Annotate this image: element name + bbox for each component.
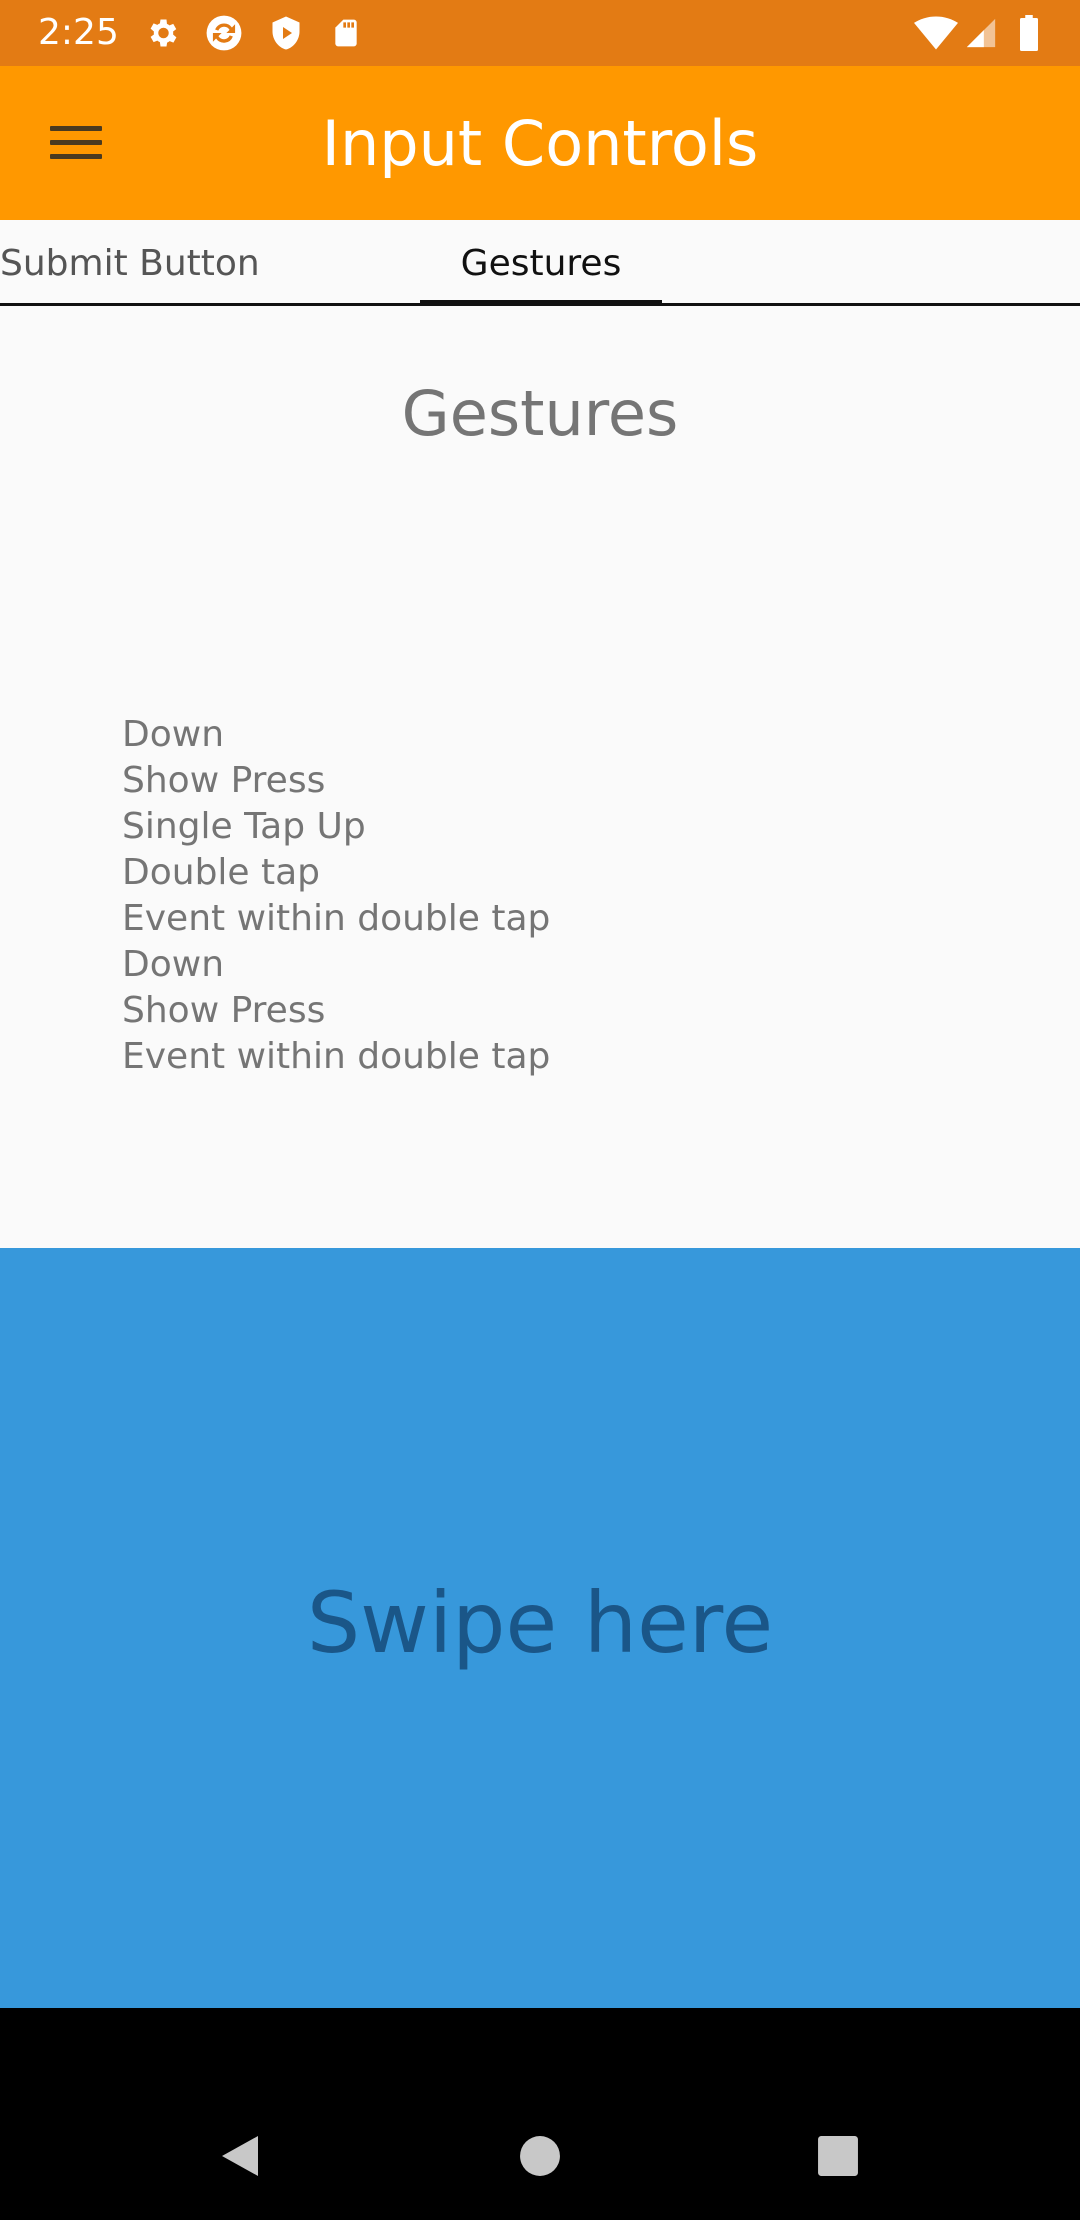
sd-card-icon <box>327 14 365 52</box>
battery-icon <box>1010 14 1048 52</box>
wifi-icon <box>914 14 958 52</box>
home-icon[interactable] <box>510 2126 570 2186</box>
event-log-item: Double tap <box>122 852 321 893</box>
page-title: Gestures <box>401 377 679 450</box>
gear-icon <box>143 14 181 52</box>
cell-signal-icon <box>962 14 1000 52</box>
event-log-item: Single Tap Up <box>122 806 366 847</box>
status-time: 2:25 <box>38 12 119 53</box>
recents-icon[interactable] <box>808 2126 868 2186</box>
tab-bar: Submit Button Gestures <box>0 220 1080 306</box>
swipe-label: Swipe here <box>306 1574 774 1672</box>
app-title: Input Controls <box>321 107 759 180</box>
shield-play-icon <box>267 14 305 52</box>
sync-icon <box>205 14 243 52</box>
back-icon[interactable] <box>210 2126 270 2186</box>
app-bar: Input Controls <box>0 66 1080 220</box>
tab-gestures[interactable]: Gestures <box>420 220 662 306</box>
event-log-item: Down <box>122 714 225 755</box>
gesture-event-log: Down Show Press Single Tap Up Double tap… <box>122 712 922 1080</box>
tab-indicator <box>420 300 662 306</box>
event-log-item: Show Press <box>122 990 326 1031</box>
navigation-bar <box>0 2008 1080 2220</box>
tab-submit-button[interactable]: Submit Button <box>0 220 260 306</box>
event-log-item: Down <box>122 944 225 985</box>
event-log-item: Event within double tap <box>122 898 551 939</box>
swipe-area[interactable]: Swipe here <box>0 1248 1080 2008</box>
event-log-item: Show Press <box>122 760 326 801</box>
status-bar: 2:25 <box>0 0 1080 66</box>
event-log-item: Event within double tap <box>122 1036 551 1077</box>
screen: 2:25 Input Controls Submit Button Gestur… <box>0 0 1080 2220</box>
